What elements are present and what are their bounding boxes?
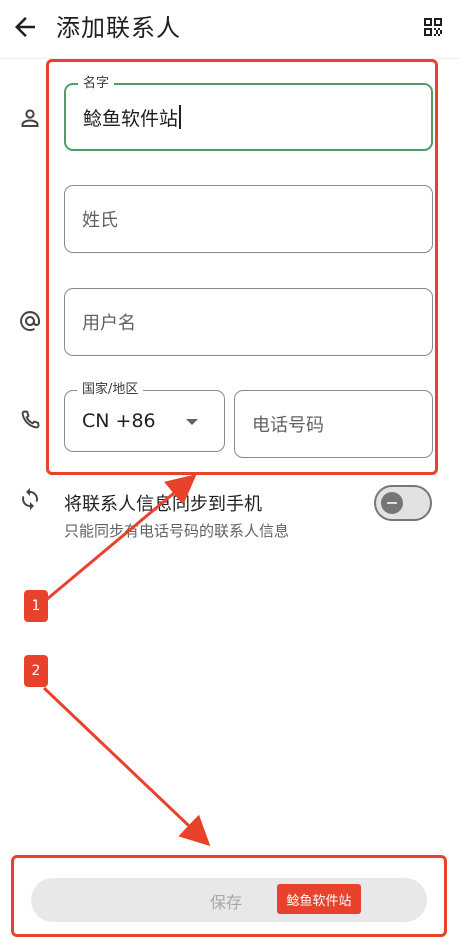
arrow-2 <box>42 686 211 847</box>
annotation-box-form <box>46 59 438 475</box>
toggle-knob <box>381 492 403 514</box>
watermark-logo: 鲶鱼软件站 <box>277 884 361 914</box>
page-title: 添加联系人 <box>56 14 181 42</box>
phone-icon <box>21 410 40 429</box>
sync-icon <box>22 488 38 510</box>
person-icon <box>21 109 39 127</box>
save-label: 保存 <box>210 893 243 912</box>
qr-code-icon[interactable] <box>421 15 445 39</box>
sync-subtitle: 只能同步有电话号码的联系人信息 <box>64 522 290 540</box>
annotation-badge-1: 1 <box>24 590 48 622</box>
sync-toggle[interactable] <box>374 485 432 521</box>
sync-title: 将联系人信息同步到手机 <box>64 494 262 515</box>
annotation-badge-2: 2 <box>24 655 48 687</box>
arrow-back-icon[interactable] <box>10 12 40 42</box>
at-sign-icon <box>20 311 40 331</box>
